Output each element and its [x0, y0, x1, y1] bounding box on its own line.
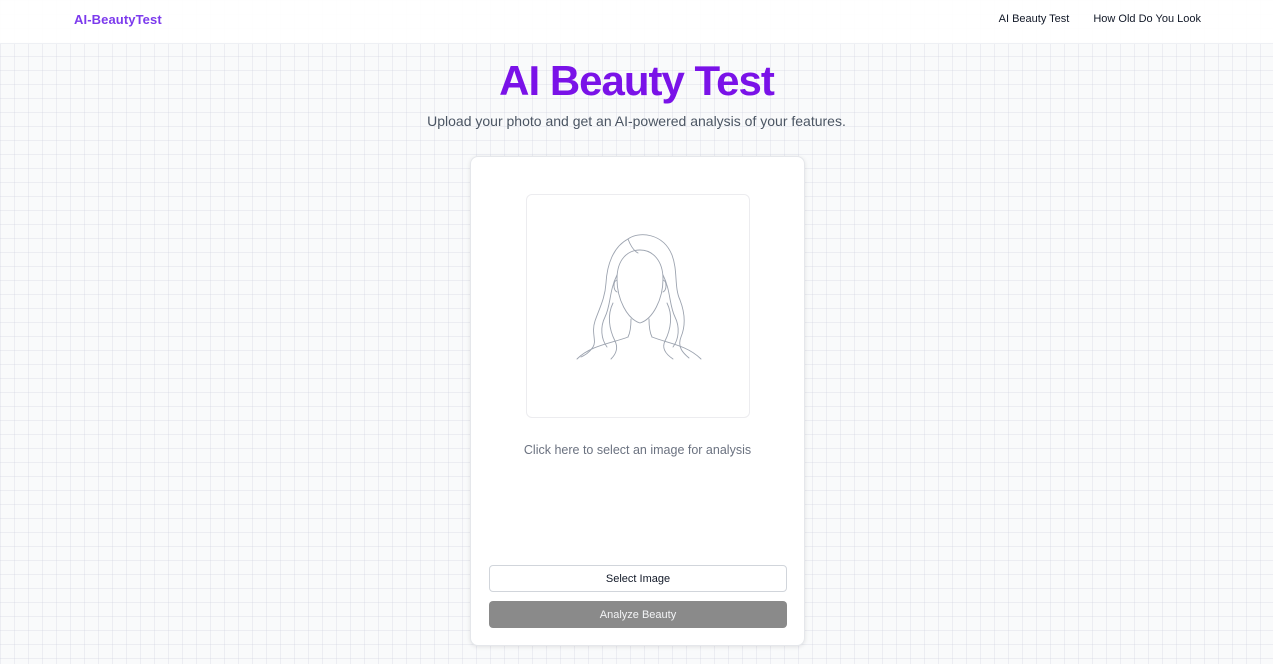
- upload-card: Click here to select an image for analys…: [470, 156, 805, 646]
- upload-hint-text[interactable]: Click here to select an image for analys…: [471, 443, 804, 457]
- nav-link-ai-beauty-test[interactable]: AI Beauty Test: [999, 13, 1070, 25]
- image-drop-zone[interactable]: [526, 194, 750, 418]
- main-nav: AI Beauty Test How Old Do You Look: [999, 13, 1201, 25]
- brand-logo-link[interactable]: AI-BeautyTest: [74, 12, 162, 27]
- top-navigation-bar: AI-BeautyTest AI Beauty Test How Old Do …: [0, 0, 1273, 44]
- woman-silhouette-icon: [576, 234, 702, 360]
- analyze-beauty-button[interactable]: Analyze Beauty: [489, 601, 787, 628]
- nav-link-how-old-do-you-look[interactable]: How Old Do You Look: [1093, 13, 1201, 25]
- page-title: AI Beauty Test: [499, 57, 775, 104]
- page-subtitle: Upload your photo and get an AI-powered …: [427, 113, 846, 129]
- select-image-button[interactable]: Select Image: [489, 565, 787, 592]
